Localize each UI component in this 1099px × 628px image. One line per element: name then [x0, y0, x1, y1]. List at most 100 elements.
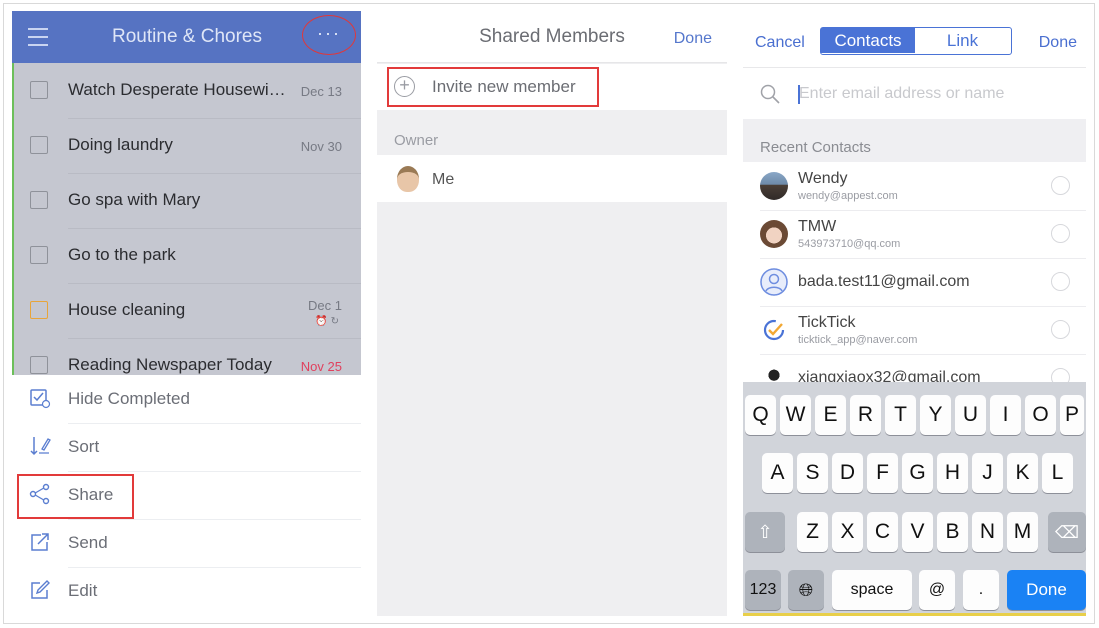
task-due-date: Dec 13 [300, 84, 342, 99]
key-f[interactable]: F [867, 453, 898, 493]
ticktick-logo-icon [760, 316, 788, 344]
task-checkbox[interactable] [30, 356, 48, 374]
invite-highlight-box [387, 67, 599, 107]
search-bar [743, 67, 1086, 119]
keyboard-edge [743, 613, 1086, 616]
key-y[interactable]: Y [920, 395, 951, 435]
done-button[interactable]: Done [674, 30, 712, 48]
task-row[interactable]: Watch Desperate Housewives Dec 13 [12, 63, 361, 118]
task-row[interactable]: Go spa with Mary [12, 173, 361, 228]
task-row[interactable]: Doing laundry Nov 30 [12, 118, 361, 173]
key-m[interactable]: M [1007, 512, 1038, 552]
key-p[interactable]: P [1060, 395, 1084, 435]
key-n[interactable]: N [972, 512, 1003, 552]
keyboard-done-button[interactable]: Done [1007, 570, 1086, 610]
at-key[interactable]: @ [919, 570, 955, 610]
segmented-control: Contacts Link [820, 27, 1012, 55]
sort-icon [29, 435, 51, 457]
task-due-date: Nov 30 [300, 139, 342, 154]
onscreen-keyboard: Q W E R T Y U I O P A S D F G H J K L ⇧ … [743, 382, 1086, 616]
key-r[interactable]: R [850, 395, 881, 435]
key-t[interactable]: T [885, 395, 916, 435]
numbers-key[interactable]: 123 [745, 570, 781, 610]
task-title: Watch Desperate Housewives [68, 80, 288, 99]
task-checkbox[interactable] [30, 191, 48, 209]
email-search-input[interactable] [799, 81, 1069, 107]
globe-key[interactable]: 🌐︎ [788, 570, 824, 610]
task-checkbox[interactable] [30, 136, 48, 154]
key-i[interactable]: I [990, 395, 1021, 435]
default-user-icon [760, 268, 788, 296]
select-radio[interactable] [1051, 224, 1070, 243]
send-icon [29, 531, 51, 553]
period-key[interactable]: . [963, 570, 999, 610]
select-radio[interactable] [1051, 176, 1070, 195]
key-l[interactable]: L [1042, 453, 1073, 493]
task-title: Go to the park [68, 245, 176, 264]
tab-contacts[interactable]: Contacts [821, 28, 915, 53]
key-u[interactable]: U [955, 395, 986, 435]
task-title: Go spa with Mary [68, 190, 201, 209]
avatar [397, 166, 419, 192]
key-g[interactable]: G [902, 453, 933, 493]
cancel-button[interactable]: Cancel [755, 34, 805, 52]
options-menu: Hide Completed Sort Share Send Edit [12, 375, 361, 616]
key-j[interactable]: J [972, 453, 1003, 493]
key-x[interactable]: X [832, 512, 863, 552]
key-o[interactable]: O [1025, 395, 1056, 435]
space-key[interactable]: space [832, 570, 912, 610]
key-h[interactable]: H [937, 453, 968, 493]
menu-item-send[interactable]: Send [12, 519, 361, 567]
select-radio[interactable] [1051, 320, 1070, 339]
key-a[interactable]: A [762, 453, 793, 493]
task-checkbox[interactable] [30, 81, 48, 99]
recent-contacts-header: Recent Contacts [743, 119, 1086, 162]
task-due-date: Nov 25 [300, 359, 342, 374]
key-d[interactable]: D [832, 453, 863, 493]
globe-icon: 🌐︎ [798, 580, 814, 600]
avatar [760, 172, 788, 200]
list-header: Routine & Chores ··· [12, 11, 361, 63]
task-checkbox[interactable] [30, 301, 48, 319]
task-row[interactable]: House cleaning Dec 1 ⏰↻ [12, 283, 361, 338]
key-k[interactable]: K [1007, 453, 1038, 493]
key-s[interactable]: S [797, 453, 828, 493]
key-w[interactable]: W [780, 395, 811, 435]
key-e[interactable]: E [815, 395, 846, 435]
done-button[interactable]: Done [1039, 34, 1077, 52]
alarm-repeat-icon: ⏰↻ [315, 316, 342, 327]
contact-row[interactable]: TickTick ticktick_app@naver.com [743, 306, 1086, 354]
backspace-key[interactable]: ⌫ [1048, 512, 1086, 552]
task-checkbox[interactable] [30, 246, 48, 264]
key-q[interactable]: Q [745, 395, 776, 435]
contact-row[interactable]: Wendy wendy@appest.com [743, 162, 1086, 210]
shift-key[interactable]: ⇧ [745, 512, 785, 552]
key-z[interactable]: Z [797, 512, 828, 552]
contact-row[interactable]: bada.test11@gmail.com [743, 258, 1086, 306]
key-v[interactable]: V [902, 512, 933, 552]
edit-icon [29, 579, 51, 601]
menu-item-label: Edit [68, 581, 98, 600]
hide-completed-icon [29, 387, 51, 409]
menu-item-edit[interactable]: Edit [12, 567, 361, 615]
task-row[interactable]: Go to the park [12, 228, 361, 283]
list-title: Routine & Chores [112, 26, 262, 47]
key-b[interactable]: B [937, 512, 968, 552]
backspace-icon: ⌫ [1054, 523, 1080, 542]
menu-item-label: Hide Completed [68, 389, 190, 408]
member-row[interactable]: Me [377, 155, 727, 202]
contact-email: wendy@appest.com [798, 190, 898, 202]
contact-row[interactable]: TMW 543973710@qq.com [743, 210, 1086, 258]
shift-arrow-icon: ⇧ [757, 522, 773, 542]
select-radio[interactable] [1051, 272, 1070, 291]
contact-name: Wendy [798, 170, 848, 187]
more-options-button[interactable]: ··· [302, 15, 356, 55]
key-c[interactable]: C [867, 512, 898, 552]
members-header: Shared Members Done [377, 11, 727, 63]
tab-link[interactable]: Link [915, 28, 1010, 53]
menu-item-hide-completed[interactable]: Hide Completed [12, 375, 361, 423]
hamburger-menu-icon[interactable] [28, 28, 48, 46]
menu-item-sort[interactable]: Sort [12, 423, 361, 471]
contact-email: 543973710@qq.com [798, 238, 901, 250]
invite-member-row[interactable]: + Invite new member [377, 64, 727, 110]
